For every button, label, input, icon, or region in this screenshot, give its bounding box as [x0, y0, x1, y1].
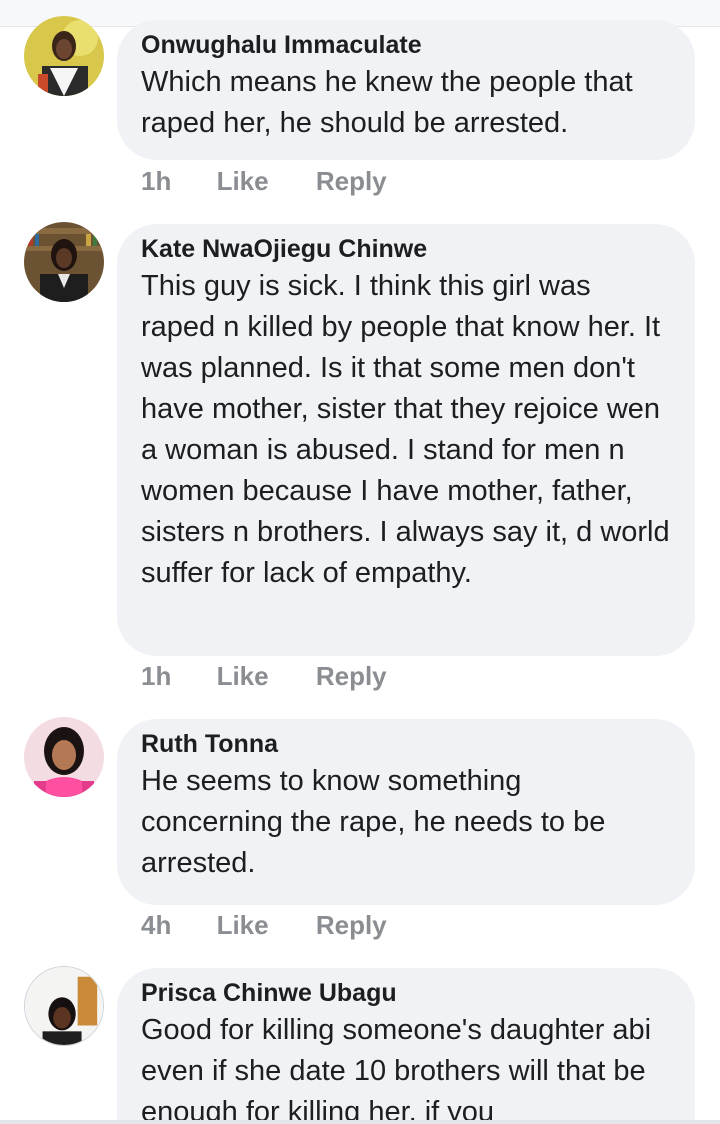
comment-bubble: Kate NwaOjiegu Chinwe This guy is sick. … — [117, 224, 695, 656]
like-button[interactable]: Like — [217, 166, 269, 196]
avatar[interactable] — [24, 717, 104, 797]
avatar[interactable] — [24, 16, 104, 96]
like-button[interactable]: Like — [217, 661, 269, 691]
comment-actions: 1h Like Reply — [141, 659, 387, 693]
woman-yellow-background-avatar-icon — [24, 16, 104, 96]
comment-author[interactable]: Ruth Tonna — [141, 727, 671, 761]
reply-button[interactable]: Reply — [316, 910, 387, 940]
comment-bubble: Onwughalu Immaculate Which means he knew… — [117, 20, 695, 160]
comment-timestamp[interactable]: 1h — [141, 661, 171, 691]
reply-button[interactable]: Reply — [316, 661, 387, 691]
comment-text: Good for killing someone's daughter abi … — [141, 1014, 652, 1124]
comment-text: This guy is sick. I think this girl was … — [141, 270, 670, 589]
comment-author[interactable]: Kate NwaOjiegu Chinwe — [141, 232, 671, 266]
comment-bubble: Prisca Chinwe Ubagu Good for killing som… — [117, 968, 695, 1124]
comment-timestamp[interactable]: 4h — [141, 910, 171, 940]
comment-text: Which means he knew the people that rape… — [141, 66, 633, 139]
like-button[interactable]: Like — [217, 910, 269, 940]
comment-text: He seems to know something concerning th… — [141, 765, 606, 879]
reply-button[interactable]: Reply — [316, 166, 387, 196]
avatar[interactable] — [24, 966, 104, 1046]
comment-thread: Onwughalu Immaculate Which means he knew… — [0, 0, 720, 1124]
comment-author[interactable]: Prisca Chinwe Ubagu — [141, 976, 671, 1010]
comment-actions: 4h Like Reply — [141, 908, 387, 942]
woman-pink-avatar-icon — [24, 717, 104, 797]
comment-author[interactable]: Onwughalu Immaculate — [141, 28, 671, 62]
comment-bubble: Ruth Tonna He seems to know something co… — [117, 719, 695, 905]
bottom-bar — [0, 1120, 720, 1124]
avatar[interactable] — [24, 222, 104, 302]
comment-actions: 1h Like Reply — [141, 164, 387, 198]
woman-white-wall-avatar-icon — [25, 967, 103, 1045]
comment-timestamp[interactable]: 1h — [141, 166, 171, 196]
woman-bookshelf-avatar-icon — [24, 222, 104, 302]
